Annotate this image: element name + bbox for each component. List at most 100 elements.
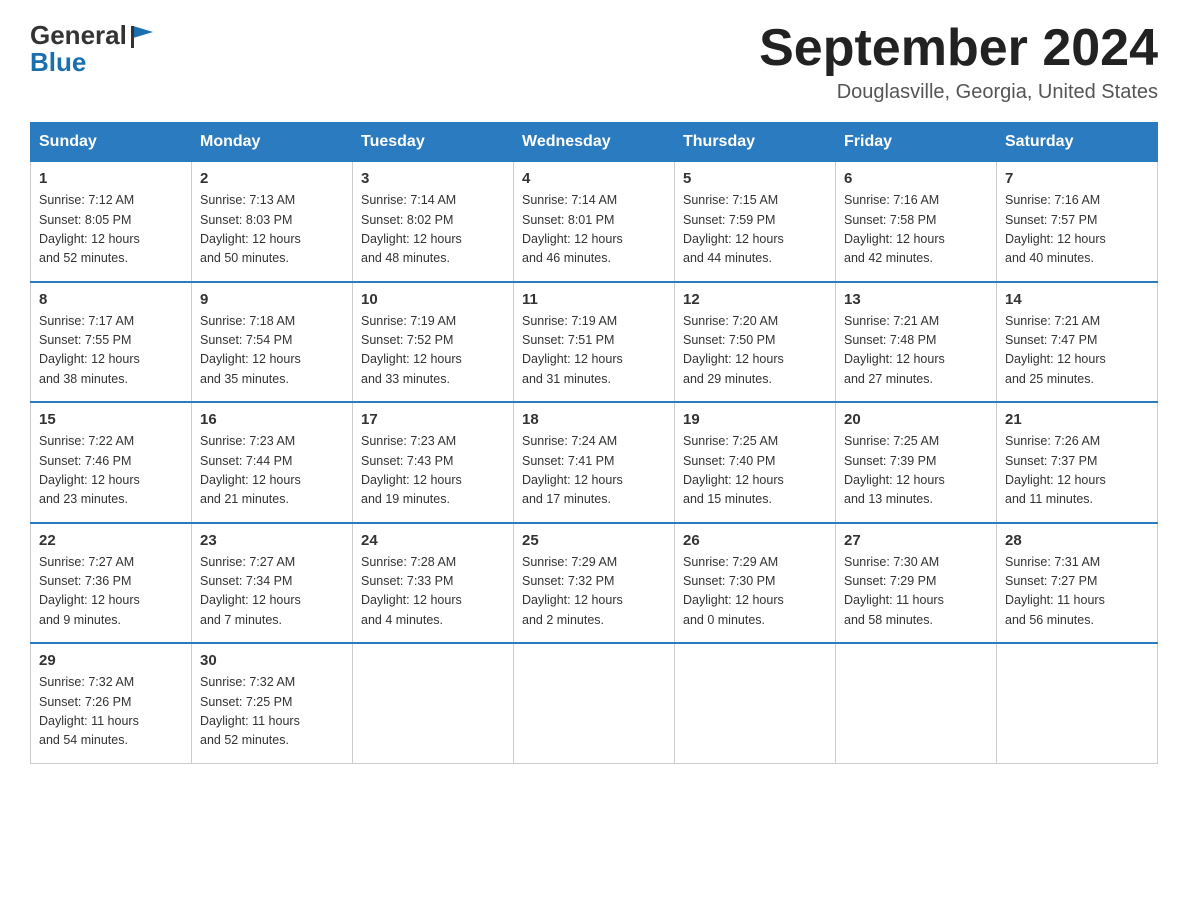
- day-number: 6: [844, 170, 988, 187]
- calendar-cell: 13Sunrise: 7:21 AMSunset: 7:48 PMDayligh…: [836, 282, 997, 403]
- day-number: 17: [361, 411, 505, 428]
- day-info: Sunrise: 7:12 AMSunset: 8:05 PMDaylight:…: [39, 191, 183, 269]
- calendar-table: SundayMondayTuesdayWednesdayThursdayFrid…: [30, 122, 1158, 764]
- calendar-header: SundayMondayTuesdayWednesdayThursdayFrid…: [31, 123, 1158, 162]
- calendar-cell: 2Sunrise: 7:13 AMSunset: 8:03 PMDaylight…: [192, 162, 353, 282]
- day-info: Sunrise: 7:28 AMSunset: 7:33 PMDaylight:…: [361, 553, 505, 631]
- calendar-cell: [353, 643, 514, 763]
- week-row-2: 8 Sunrise: 7:17 AMSunset: 7:55 PMDaylight…: [31, 282, 1158, 403]
- calendar-cell: 3Sunrise: 7:14 AMSunset: 8:02 PMDaylight…: [353, 162, 514, 282]
- day-info: Sunrise: 7:32 AMSunset: 7:25 PMDaylight:…: [200, 673, 344, 751]
- calendar-cell: 23 Sunrise: 7:27 AMSunset: 7:34 PMDayligh…: [192, 523, 353, 644]
- calendar-cell: 27Sunrise: 7:30 AMSunset: 7:29 PMDayligh…: [836, 523, 997, 644]
- calendar-cell: 8 Sunrise: 7:17 AMSunset: 7:55 PMDaylight…: [31, 282, 192, 403]
- day-number: 19: [683, 411, 827, 428]
- day-number: 18: [522, 411, 666, 428]
- calendar-cell: 25 Sunrise: 7:29 AMSunset: 7:32 PMDayligh…: [514, 523, 675, 644]
- day-number: 5: [683, 170, 827, 187]
- calendar-cell: 16 Sunrise: 7:23 AMSunset: 7:44 PMDayligh…: [192, 402, 353, 523]
- calendar-cell: [836, 643, 997, 763]
- calendar-cell: 17 Sunrise: 7:23 AMSunset: 7:43 PMDayligh…: [353, 402, 514, 523]
- calendar-cell: 9 Sunrise: 7:18 AMSunset: 7:54 PMDaylight…: [192, 282, 353, 403]
- day-number: 3: [361, 170, 505, 187]
- day-info: Sunrise: 7:16 AMSunset: 7:58 PMDaylight:…: [844, 191, 988, 269]
- week-row-1: 1 Sunrise: 7:12 AMSunset: 8:05 PMDaylight…: [31, 162, 1158, 282]
- day-info: Sunrise: 7:25 AMSunset: 7:39 PMDaylight:…: [844, 432, 988, 510]
- calendar-body: 1 Sunrise: 7:12 AMSunset: 8:05 PMDaylight…: [31, 162, 1158, 764]
- header-day-wednesday: Wednesday: [514, 123, 675, 162]
- calendar-cell: 21Sunrise: 7:26 AMSunset: 7:37 PMDayligh…: [997, 402, 1158, 523]
- day-number: 29: [39, 652, 183, 669]
- day-info: Sunrise: 7:31 AMSunset: 7:27 PMDaylight:…: [1005, 553, 1149, 631]
- day-number: 25: [522, 532, 666, 549]
- day-number: 10: [361, 291, 505, 308]
- day-info: Sunrise: 7:17 AMSunset: 7:55 PMDaylight:…: [39, 312, 183, 390]
- day-info: Sunrise: 7:18 AMSunset: 7:54 PMDaylight:…: [200, 312, 344, 390]
- day-info: Sunrise: 7:15 AMSunset: 7:59 PMDaylight:…: [683, 191, 827, 269]
- day-number: 30: [200, 652, 344, 669]
- day-info: Sunrise: 7:26 AMSunset: 7:37 PMDaylight:…: [1005, 432, 1149, 510]
- calendar-cell: 18 Sunrise: 7:24 AMSunset: 7:41 PMDayligh…: [514, 402, 675, 523]
- logo-flag-icon: [129, 22, 157, 50]
- calendar-cell: 11 Sunrise: 7:19 AMSunset: 7:51 PMDayligh…: [514, 282, 675, 403]
- header-day-tuesday: Tuesday: [353, 123, 514, 162]
- calendar-cell: 22 Sunrise: 7:27 AMSunset: 7:36 PMDayligh…: [31, 523, 192, 644]
- day-number: 14: [1005, 291, 1149, 308]
- location-title: Douglasville, Georgia, United States: [759, 81, 1158, 104]
- month-title: September 2024: [759, 20, 1158, 77]
- day-info: Sunrise: 7:29 AMSunset: 7:32 PMDaylight:…: [522, 553, 666, 631]
- day-number: 7: [1005, 170, 1149, 187]
- logo-blue-text: Blue: [30, 47, 86, 78]
- header-day-monday: Monday: [192, 123, 353, 162]
- header-day-thursday: Thursday: [675, 123, 836, 162]
- header-day-saturday: Saturday: [997, 123, 1158, 162]
- day-info: Sunrise: 7:29 AMSunset: 7:30 PMDaylight:…: [683, 553, 827, 631]
- day-info: Sunrise: 7:21 AMSunset: 7:47 PMDaylight:…: [1005, 312, 1149, 390]
- calendar-cell: 6 Sunrise: 7:16 AMSunset: 7:58 PMDaylight…: [836, 162, 997, 282]
- calendar-cell: 26 Sunrise: 7:29 AMSunset: 7:30 PMDayligh…: [675, 523, 836, 644]
- calendar-cell: [514, 643, 675, 763]
- day-info: Sunrise: 7:20 AMSunset: 7:50 PMDaylight:…: [683, 312, 827, 390]
- header-day-sunday: Sunday: [31, 123, 192, 162]
- calendar-cell: 14 Sunrise: 7:21 AMSunset: 7:47 PMDayligh…: [997, 282, 1158, 403]
- day-info: Sunrise: 7:21 AMSunset: 7:48 PMDaylight:…: [844, 312, 988, 390]
- day-info: Sunrise: 7:23 AMSunset: 7:43 PMDaylight:…: [361, 432, 505, 510]
- calendar-cell: 24 Sunrise: 7:28 AMSunset: 7:33 PMDayligh…: [353, 523, 514, 644]
- day-info: Sunrise: 7:14 AMSunset: 8:01 PMDaylight:…: [522, 191, 666, 269]
- day-number: 24: [361, 532, 505, 549]
- day-number: 28: [1005, 532, 1149, 549]
- day-number: 9: [200, 291, 344, 308]
- day-number: 27: [844, 532, 988, 549]
- day-number: 12: [683, 291, 827, 308]
- calendar-cell: 7Sunrise: 7:16 AMSunset: 7:57 PMDaylight…: [997, 162, 1158, 282]
- calendar-cell: 29Sunrise: 7:32 AMSunset: 7:26 PMDayligh…: [31, 643, 192, 763]
- day-info: Sunrise: 7:25 AMSunset: 7:40 PMDaylight:…: [683, 432, 827, 510]
- day-info: Sunrise: 7:23 AMSunset: 7:44 PMDaylight:…: [200, 432, 344, 510]
- day-info: Sunrise: 7:19 AMSunset: 7:51 PMDaylight:…: [522, 312, 666, 390]
- day-number: 15: [39, 411, 183, 428]
- day-number: 2: [200, 170, 344, 187]
- day-number: 22: [39, 532, 183, 549]
- calendar-cell: 30 Sunrise: 7:32 AMSunset: 7:25 PMDayligh…: [192, 643, 353, 763]
- calendar-cell: 1 Sunrise: 7:12 AMSunset: 8:05 PMDaylight…: [31, 162, 192, 282]
- day-number: 26: [683, 532, 827, 549]
- page-header: General Blue September 2024 Douglasville…: [30, 20, 1158, 104]
- day-info: Sunrise: 7:24 AMSunset: 7:41 PMDaylight:…: [522, 432, 666, 510]
- day-number: 23: [200, 532, 344, 549]
- calendar-cell: [997, 643, 1158, 763]
- day-info: Sunrise: 7:27 AMSunset: 7:34 PMDaylight:…: [200, 553, 344, 631]
- calendar-cell: 15Sunrise: 7:22 AMSunset: 7:46 PMDayligh…: [31, 402, 192, 523]
- header-row: SundayMondayTuesdayWednesdayThursdayFrid…: [31, 123, 1158, 162]
- week-row-4: 22 Sunrise: 7:27 AMSunset: 7:36 PMDayligh…: [31, 523, 1158, 644]
- day-number: 20: [844, 411, 988, 428]
- calendar-cell: 28 Sunrise: 7:31 AMSunset: 7:27 PMDayligh…: [997, 523, 1158, 644]
- calendar-cell: 4Sunrise: 7:14 AMSunset: 8:01 PMDaylight…: [514, 162, 675, 282]
- calendar-cell: 19 Sunrise: 7:25 AMSunset: 7:40 PMDayligh…: [675, 402, 836, 523]
- day-info: Sunrise: 7:27 AMSunset: 7:36 PMDaylight:…: [39, 553, 183, 631]
- calendar-cell: 12 Sunrise: 7:20 AMSunset: 7:50 PMDayligh…: [675, 282, 836, 403]
- day-number: 11: [522, 291, 666, 308]
- day-number: 16: [200, 411, 344, 428]
- day-number: 8: [39, 291, 183, 308]
- day-number: 1: [39, 170, 183, 187]
- calendar-cell: [675, 643, 836, 763]
